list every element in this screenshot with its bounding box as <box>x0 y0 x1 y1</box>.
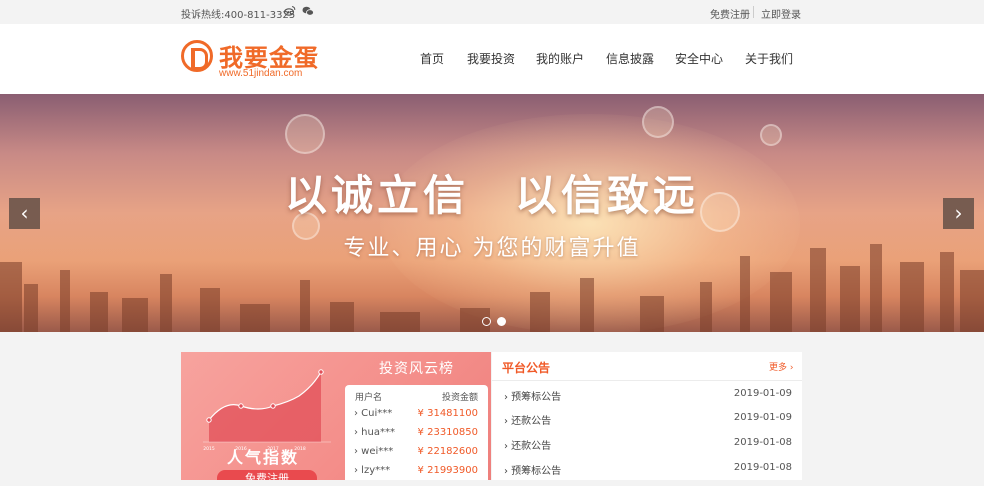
popularity-title: 人气指数 <box>227 448 300 467</box>
banner-headline: 以诚立信 以信致远 <box>284 171 699 220</box>
year-label: 2015 <box>203 446 215 452</box>
announcement-title: › 预筹标公告 <box>504 392 562 403</box>
nav-home[interactable]: 首页 <box>420 24 444 94</box>
banner-next-button[interactable]: › <box>943 198 974 229</box>
coin-decoration <box>642 106 674 138</box>
banner-prev-button[interactable]: ‹ <box>9 198 40 229</box>
ranking-amount: ¥ 31481100 <box>417 408 478 419</box>
announcement-item[interactable]: › 还款公告 2019-01-09 <box>492 412 802 436</box>
ranking-col-user: 用户名 <box>355 393 383 403</box>
ranking-table: 用户名 投资金额 › Cui*** ¥ 31481100 › hua*** ¥ … <box>345 385 488 480</box>
nav-about[interactable]: 关于我们 <box>745 24 793 94</box>
announcements-title: 平台公告 <box>502 361 551 375</box>
ranking-user: › lzy*** <box>354 465 391 476</box>
hero-banner[interactable]: 以诚立信 以信致远 专业、用心 为您的财富升值 ‹ › <box>0 94 984 332</box>
site-logo[interactable]: 我要金蛋 www.51jindan.com <box>181 38 321 84</box>
announcement-date: 2019-01-09 <box>733 412 792 423</box>
announcements-divider <box>492 380 802 381</box>
chevron-left-icon: ‹ <box>20 201 29 225</box>
announcement-title: › 还款公告 <box>504 441 552 452</box>
nav-invest[interactable]: 我要投资 <box>467 24 515 94</box>
chevron-right-icon: › <box>954 201 963 225</box>
ranking-row: › hua*** ¥ 23310850 <box>345 427 488 445</box>
complaint-hotline: 投诉热线:400-811-3325 <box>181 10 296 21</box>
home-content: 2015 2016 2017 2018 人气指数 免费注册 投资风云榜 用户名 … <box>181 352 802 480</box>
register-link[interactable]: 免费注册 <box>710 6 750 21</box>
wechat-icon[interactable] <box>302 5 314 17</box>
topbar-divider <box>753 6 754 18</box>
ranking-amount: ¥ 22182600 <box>417 446 478 457</box>
nav-account[interactable]: 我的账户 <box>536 24 584 94</box>
popularity-chart: 2015 2016 2017 2018 <box>203 369 331 452</box>
login-link[interactable]: 立即登录 <box>761 6 801 21</box>
ranking-row: › lzy*** ¥ 21993900 <box>345 465 488 480</box>
announcement-title: › 还款公告 <box>504 416 552 427</box>
logo-mark-icon <box>181 40 213 72</box>
top-bar: 投诉热线:400-811-3325 免费注册 立即登录 <box>0 0 984 24</box>
announcement-title: › 预筹标公告 <box>504 466 562 477</box>
ranking-row: › Cui*** ¥ 31481100 <box>345 408 488 426</box>
logo-url: www.51jindan.com <box>219 68 303 79</box>
ranking-user: › Cui*** <box>354 408 393 419</box>
ranking-amount: ¥ 23310850 <box>417 427 478 438</box>
site-header: 我要金蛋 www.51jindan.com 首页 我要投资 我的账户 信息披露 … <box>0 24 984 94</box>
ranking-col-amount: 投资金额 <box>441 393 478 403</box>
announcements-panel: 平台公告 更多 › › 预筹标公告 2019-01-09 › 还款公告 2019… <box>492 352 802 480</box>
ranking-row: › wei*** ¥ 22182600 <box>345 446 488 464</box>
ranking-amount: ¥ 21993900 <box>417 465 478 476</box>
ranking-user: › wei*** <box>354 446 394 457</box>
carousel-dot-active[interactable] <box>497 317 506 326</box>
announcement-date: 2019-01-09 <box>733 388 792 399</box>
nav-disclosure[interactable]: 信息披露 <box>606 24 654 94</box>
coin-decoration <box>760 124 782 146</box>
weibo-icon[interactable] <box>283 5 296 17</box>
popularity-panel: 2015 2016 2017 2018 人气指数 免费注册 投资风云榜 用户名 … <box>181 352 491 480</box>
announcement-item[interactable]: › 还款公告 2019-01-08 <box>492 437 802 461</box>
carousel-dot[interactable] <box>482 317 491 326</box>
announcement-date: 2019-01-08 <box>733 462 792 473</box>
banner-subtitle: 专业、用心 为您的财富升值 <box>343 236 641 261</box>
announcements-more-link[interactable]: 更多 › <box>769 360 793 373</box>
announcement-date: 2019-01-08 <box>733 437 792 448</box>
announcement-item[interactable]: › 预筹标公告 2019-01-09 <box>492 388 802 412</box>
ranking-user: › hua*** <box>354 427 395 438</box>
announcement-item[interactable]: › 预筹标公告 2019-01-08 <box>492 462 802 486</box>
coin-decoration <box>285 114 325 154</box>
free-register-button[interactable]: 免费注册 <box>217 470 317 480</box>
ranking-title: 投资风云榜 <box>379 361 454 377</box>
nav-security[interactable]: 安全中心 <box>675 24 723 94</box>
